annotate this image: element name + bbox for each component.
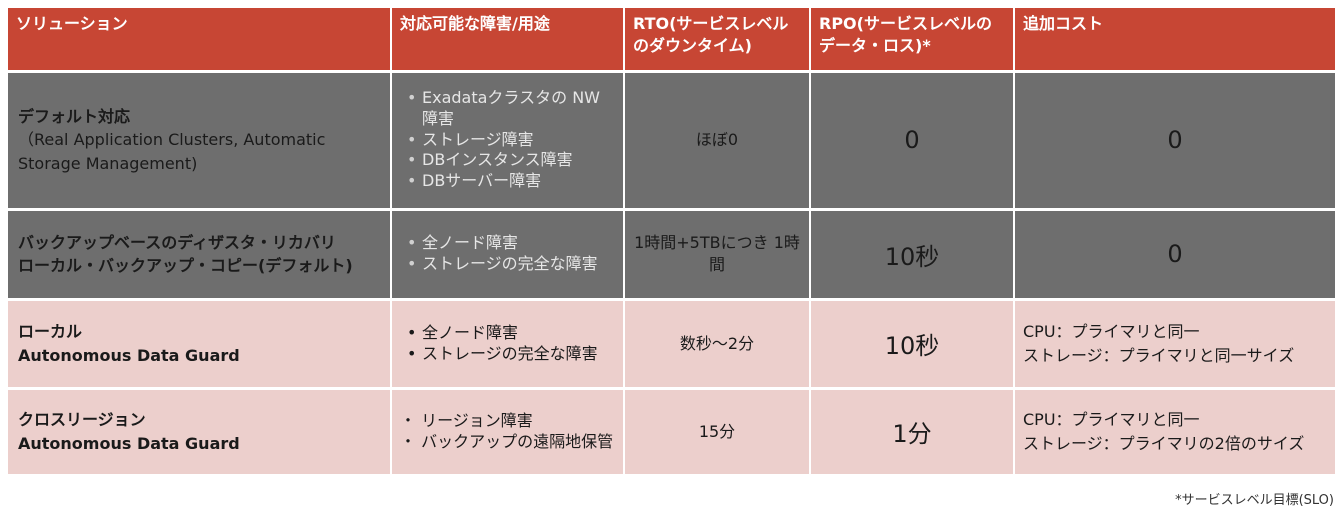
use-item: 全ノード障害 bbox=[400, 233, 615, 254]
header-solution: ソリューション bbox=[8, 8, 392, 73]
solution-cell: ローカル Autonomous Data Guard bbox=[8, 299, 392, 390]
rpo-cell: 0 bbox=[810, 71, 1015, 211]
header-cost: 追加コスト bbox=[1014, 8, 1337, 73]
rto-cell: 数秒～2分 bbox=[624, 299, 811, 390]
rpo-cell: 10秒 bbox=[810, 209, 1015, 301]
rto-cell: 1時間+5TBにつき 1時間 bbox=[624, 209, 811, 301]
rpo-cell: 10秒 bbox=[810, 299, 1015, 390]
table-row: バックアップベースのディザスタ・リカバリ ローカル・バックアップ・コピー(デフォ… bbox=[8, 209, 1337, 301]
use-cell: ・ リージョン障害 ・ バックアップの遠隔地保管 bbox=[391, 388, 625, 477]
use-item: ・ バックアップの遠隔地保管 bbox=[400, 431, 614, 451]
rto-cell: ほぼ0 bbox=[624, 71, 811, 211]
solution-subtitle: ローカル・バックアップ・コピー(デフォルト) bbox=[18, 256, 353, 275]
solution-subtitle: Autonomous Data Guard bbox=[18, 345, 240, 365]
table-row: デフォルト対応 （Real Application Clusters, Auto… bbox=[8, 71, 1337, 211]
solution-title: クロスリージョン bbox=[18, 410, 146, 430]
use-cell: 全ノード障害 ストレージの完全な障害 bbox=[391, 209, 625, 301]
cost-cpu: CPU：プライマリと同一 bbox=[1023, 409, 1200, 429]
use-item: Exadataクラスタの NW障害 bbox=[400, 88, 615, 130]
cost-storage: ストレージ：プライマリの2倍のサイズ bbox=[1023, 433, 1305, 453]
footnote: *サービスレベル目標(SLO) bbox=[1175, 493, 1334, 508]
solution-title: デフォルト対応 bbox=[18, 107, 131, 127]
use-item: ストレージ障害 bbox=[400, 130, 615, 151]
header-rpo: RPO(サービスレベルのデータ・ロス)* bbox=[810, 8, 1015, 73]
use-item: ・ リージョン障害 bbox=[400, 410, 533, 430]
use-item: DBインスタンス障害 bbox=[400, 150, 615, 171]
use-item: DBサーバー障害 bbox=[400, 171, 615, 192]
table-row: ローカル Autonomous Data Guard 全ノード障害 ストレージの… bbox=[8, 299, 1337, 390]
table-header-row: ソリューション 対応可能な障害/用途 RTO(サービスレベルのダウンタイム) R… bbox=[8, 8, 1337, 73]
solution-subtitle: Autonomous Data Guard bbox=[18, 433, 240, 453]
cost-cell: 0 bbox=[1014, 71, 1337, 211]
solution-cell: デフォルト対応 （Real Application Clusters, Auto… bbox=[8, 71, 392, 211]
use-cell: 全ノード障害 ストレージの完全な障害 bbox=[391, 299, 625, 390]
cost-cell: CPU：プライマリと同一 ストレージ：プライマリと同一サイズ bbox=[1014, 299, 1337, 390]
solution-title: バックアップベースのディザスタ・リカバリ bbox=[18, 232, 336, 252]
cost-cell: CPU：プライマリと同一 ストレージ：プライマリの2倍のサイズ bbox=[1014, 388, 1337, 477]
solution-detail: （Real Application Clusters, Automatic St… bbox=[18, 130, 326, 173]
solution-cell: クロスリージョン Autonomous Data Guard bbox=[8, 388, 392, 477]
header-rto: RTO(サービスレベルのダウンタイム) bbox=[624, 8, 811, 73]
cost-cpu: CPU：プライマリと同一 bbox=[1023, 321, 1200, 341]
slo-comparison-table: ソリューション 対応可能な障害/用途 RTO(サービスレベルのダウンタイム) R… bbox=[8, 8, 1337, 477]
header-use: 対応可能な障害/用途 bbox=[391, 8, 625, 73]
rto-cell: 15分 bbox=[624, 388, 811, 477]
cost-storage: ストレージ：プライマリと同一サイズ bbox=[1023, 345, 1295, 365]
table-row: クロスリージョン Autonomous Data Guard ・ リージョン障害… bbox=[8, 388, 1337, 477]
use-item: 全ノード障害 bbox=[400, 323, 615, 344]
use-item: ストレージの完全な障害 bbox=[400, 344, 615, 365]
solution-cell: バックアップベースのディザスタ・リカバリ ローカル・バックアップ・コピー(デフォ… bbox=[8, 209, 392, 301]
cost-cell: 0 bbox=[1014, 209, 1337, 301]
solution-title: ローカル bbox=[18, 322, 83, 342]
use-item: ストレージの完全な障害 bbox=[400, 254, 615, 275]
rpo-cell: 1分 bbox=[810, 388, 1015, 477]
use-cell: Exadataクラスタの NW障害 ストレージ障害 DBインスタンス障害 DBサ… bbox=[391, 71, 625, 211]
